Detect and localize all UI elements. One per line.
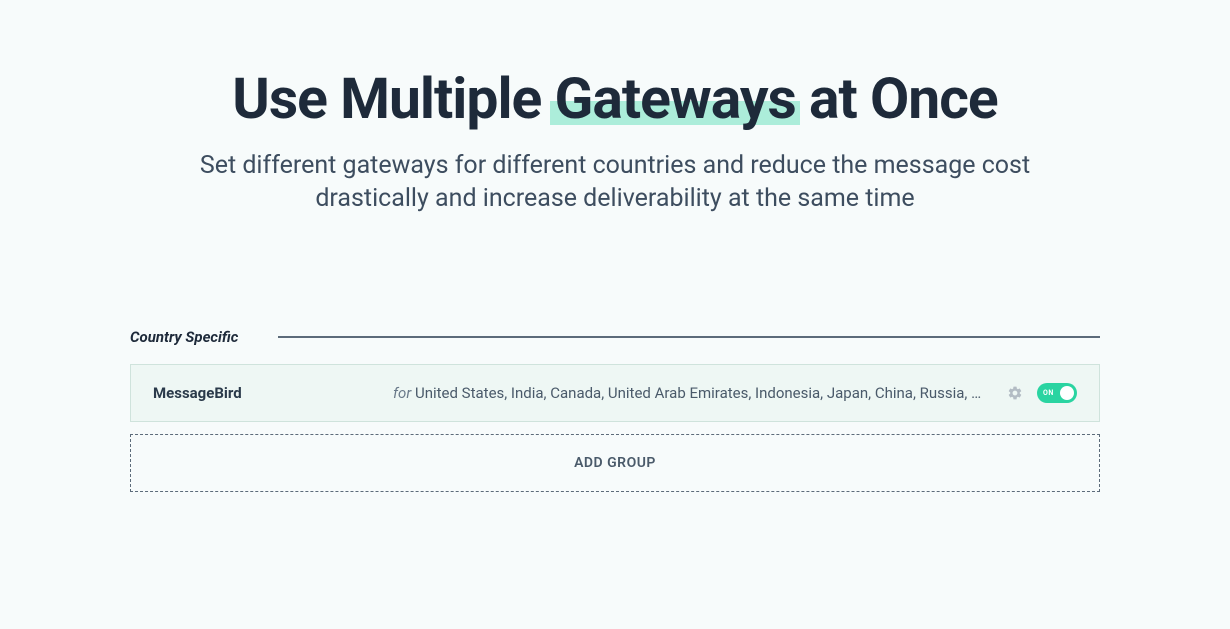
gateway-card: MessageBird for United States, India, Ca…	[130, 364, 1100, 422]
section-title: Country Specific	[130, 328, 238, 346]
add-group-button[interactable]: ADD GROUP	[130, 434, 1100, 492]
country-specific-section: Country Specific MessageBird for United …	[130, 328, 1100, 492]
headline-post: at Once	[796, 65, 998, 132]
page-subhead: Set different gateways for different cou…	[130, 149, 1100, 217]
gear-icon[interactable]	[1007, 385, 1023, 401]
gateway-countries: for United States, India, Canada, United…	[393, 384, 1007, 402]
gateway-controls: ON	[1007, 383, 1077, 403]
gateway-name: MessageBird	[153, 384, 393, 402]
countries-for-label: for	[393, 384, 415, 402]
headline-pre: Use Multiple	[232, 65, 554, 132]
countries-list: United States, India, Canada, United Ara…	[415, 384, 1004, 402]
toggle-knob	[1060, 386, 1074, 400]
headline-highlight: Gateways	[554, 68, 795, 131]
section-header: Country Specific	[130, 328, 1100, 346]
toggle-label: ON	[1043, 389, 1054, 397]
section-rule	[278, 336, 1100, 338]
page-headline: Use Multiple Gateways at Once	[130, 68, 1100, 131]
gateway-toggle[interactable]: ON	[1037, 383, 1077, 403]
